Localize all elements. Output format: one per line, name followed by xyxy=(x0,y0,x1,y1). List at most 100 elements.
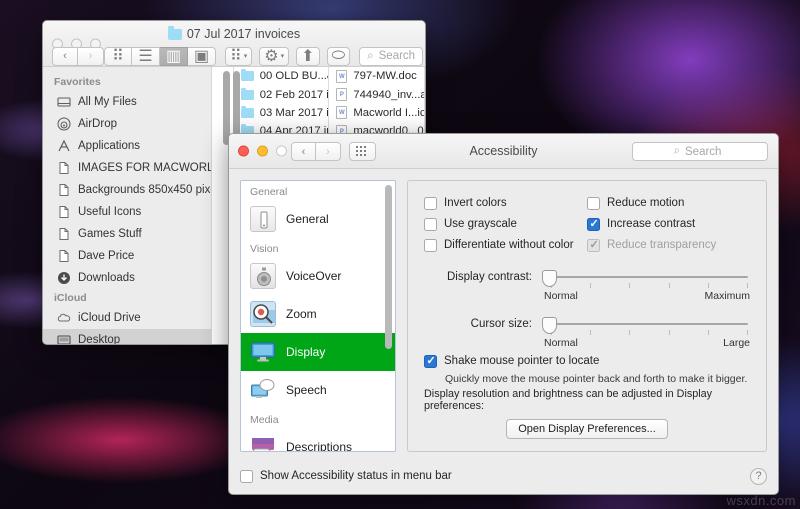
accessibility-search-placeholder: Search xyxy=(685,146,721,158)
sidebar-item-icloud-drive[interactable]: iCloud Drive xyxy=(43,307,211,329)
sidebar-item-useful-icons[interactable]: Useful Icons xyxy=(43,201,211,223)
list-view-button[interactable]: ☰ xyxy=(132,47,160,66)
accessibility-titlebar[interactable]: ‹ › Accessibility ⌕ Search xyxy=(229,134,778,169)
sidebar-item-backgrounds[interactable]: Backgrounds 850x450 pixels xyxy=(43,179,211,201)
checkbox-column-right: Reduce motion Increase contrast Reduce t… xyxy=(587,194,750,257)
finder-nav-group[interactable]: ‹ › xyxy=(52,47,104,66)
downloads-icon xyxy=(57,271,71,285)
sidebar-item-airdrop[interactable]: AirDrop xyxy=(43,113,211,135)
tag-button[interactable]: ⬭ xyxy=(327,47,351,66)
list-item-general[interactable]: General xyxy=(241,200,395,238)
word-file-icon: W xyxy=(336,106,347,119)
share-button[interactable]: ⬆ xyxy=(296,47,319,66)
checkbox-box[interactable] xyxy=(424,197,437,210)
checkbox-differentiate-without-color[interactable]: Differentiate without color xyxy=(424,236,587,254)
checkbox-shake-mouse-pointer[interactable]: Shake mouse pointer to locate xyxy=(424,352,750,370)
accessibility-window[interactable]: ‹ › Accessibility ⌕ Search General xyxy=(228,133,779,495)
checkbox-box[interactable] xyxy=(424,218,437,231)
view-mode-group[interactable]: ⠿ ☰ ▥ ▣ xyxy=(104,47,216,66)
checkbox-box[interactable] xyxy=(587,218,600,231)
sidebar-item-dave-price[interactable]: Dave Price xyxy=(43,245,211,267)
checkbox-use-grayscale[interactable]: Use grayscale xyxy=(424,215,587,233)
table-row[interactable]: 03 Mar 2017 invoices▶ xyxy=(234,104,329,122)
sidebar-item-applications[interactable]: Applications xyxy=(43,135,211,157)
search-icon: ⌕ xyxy=(674,145,680,158)
all-my-files-icon xyxy=(57,95,71,109)
sidebar-item-label: Useful Icons xyxy=(78,206,141,218)
accessibility-search-field[interactable]: ⌕ Search xyxy=(632,142,768,161)
finder-title-row: 07 Jul 2017 invoices xyxy=(43,28,425,41)
sidebar-item-images-for-macworld[interactable]: IMAGES FOR MACWORLD ONL xyxy=(43,157,211,179)
speech-icon xyxy=(250,377,276,403)
finder-toolbar[interactable]: ‹ › ⠿ ☰ ▥ ▣ ⠿▾ ⚙▾ ⬆ ⬭ ⌕ Search xyxy=(43,46,425,66)
slider-ticks xyxy=(551,330,748,336)
checkbox-label: Increase contrast xyxy=(607,218,695,230)
watermark: wsxdn.com xyxy=(726,493,796,508)
forward-button[interactable]: › xyxy=(78,47,104,66)
display-preferences-section: Display resolution and brightness can be… xyxy=(424,388,750,439)
table-row[interactable]: P 744940_inv...acworld.pdf xyxy=(329,85,424,103)
help-button[interactable]: ? xyxy=(750,468,767,485)
open-display-preferences-button[interactable]: Open Display Preferences... xyxy=(506,419,668,439)
file-name: 797-MW.doc xyxy=(353,70,416,82)
checkbox-box[interactable] xyxy=(424,239,437,252)
checkbox-show-status-in-menu-bar[interactable]: Show Accessibility status in menu bar xyxy=(240,467,452,485)
list-item-zoom[interactable]: Zoom xyxy=(241,295,395,333)
scrollbar-thumb[interactable] xyxy=(385,185,392,349)
chevron-down-icon: ▾ xyxy=(244,52,248,60)
sidebar-item-downloads[interactable]: Downloads xyxy=(43,267,211,289)
column-view-button[interactable]: ▥ xyxy=(160,47,188,66)
table-row[interactable]: WMacworld I...ice036.docx xyxy=(329,104,424,122)
cover-flow-view-button[interactable]: ▣ xyxy=(188,47,216,66)
checkbox-invert-colors[interactable]: Invert colors xyxy=(424,194,587,212)
sidebar-item-desktop[interactable]: Desktop xyxy=(43,329,211,344)
list-item-voiceover[interactable]: VoiceOver xyxy=(241,257,395,295)
icon-view-button[interactable]: ⠿ xyxy=(104,47,132,66)
arrange-button[interactable]: ⠿▾ xyxy=(225,47,252,66)
checkbox-box[interactable] xyxy=(587,197,600,210)
sidebar-item-all-my-files[interactable]: All My Files xyxy=(43,91,211,113)
sidebar-header-favorites: Favorites xyxy=(43,73,211,91)
list-item-label: Display xyxy=(286,345,325,359)
checkbox-reduce-transparency: Reduce transparency xyxy=(587,236,750,254)
list-item-label: Speech xyxy=(286,383,327,397)
search-icon: ⌕ xyxy=(367,50,373,63)
file-name: 744940_inv...acworld.pdf xyxy=(353,89,425,101)
pdf-file-icon: P xyxy=(336,88,347,101)
checkbox-label: Reduce motion xyxy=(607,197,684,209)
list-item-speech[interactable]: Speech xyxy=(241,371,395,409)
checkbox-label: Show Accessibility status in menu bar xyxy=(260,470,452,482)
voiceover-icon xyxy=(250,263,276,289)
finder-action-group[interactable]: ⠿▾ ⚙▾ ⬆ ⬭ xyxy=(225,47,350,66)
table-row[interactable]: 02 Feb 2017 invoices▶ xyxy=(234,85,329,103)
table-row[interactable]: W797-MW.doc xyxy=(329,67,424,85)
slider-track[interactable] xyxy=(551,276,748,278)
slider-thumb[interactable] xyxy=(542,317,557,334)
sidebar-item-label: AirDrop xyxy=(78,118,117,130)
finder-search-field[interactable]: ⌕ Search xyxy=(359,47,423,66)
finder-titlebar[interactable]: 07 Jul 2017 invoices ‹ › ⠿ ☰ ▥ ▣ ⠿▾ ⚙▾ ⬆ xyxy=(43,21,425,67)
checkbox-box[interactable] xyxy=(424,355,437,368)
accessibility-feature-list[interactable]: General General Vision VoiceOver xyxy=(240,180,396,452)
checkbox-reduce-motion[interactable]: Reduce motion xyxy=(587,194,750,212)
table-row[interactable]: 00 OLD BU...& INVOICES▶ xyxy=(234,67,329,85)
slider-min-label: Normal xyxy=(544,290,578,302)
list-item-descriptions[interactable]: Descriptions xyxy=(241,428,395,452)
checkbox-box[interactable] xyxy=(240,470,253,483)
applications-icon xyxy=(57,139,71,153)
finder-sidebar[interactable]: Favorites All My Files AirDrop Applicati… xyxy=(43,67,212,344)
checkbox-increase-contrast[interactable]: Increase contrast xyxy=(587,215,750,233)
list-item-display[interactable]: Display xyxy=(241,333,395,371)
action-menu-button[interactable]: ⚙▾ xyxy=(259,47,289,66)
list-group-media: Media xyxy=(241,409,395,428)
slider-track[interactable] xyxy=(551,323,748,325)
display-icon xyxy=(250,339,276,365)
sidebar-item-label: IMAGES FOR MACWORLD ONL xyxy=(78,162,212,174)
list-group-general: General xyxy=(241,181,395,200)
folder-icon xyxy=(241,71,254,81)
sidebar-item-games-stuff[interactable]: Games Stuff xyxy=(43,223,211,245)
list-item-label: Zoom xyxy=(286,307,317,321)
folder-doc-icon xyxy=(57,161,71,175)
slider-thumb[interactable] xyxy=(542,270,557,287)
back-button[interactable]: ‹ xyxy=(52,47,78,66)
